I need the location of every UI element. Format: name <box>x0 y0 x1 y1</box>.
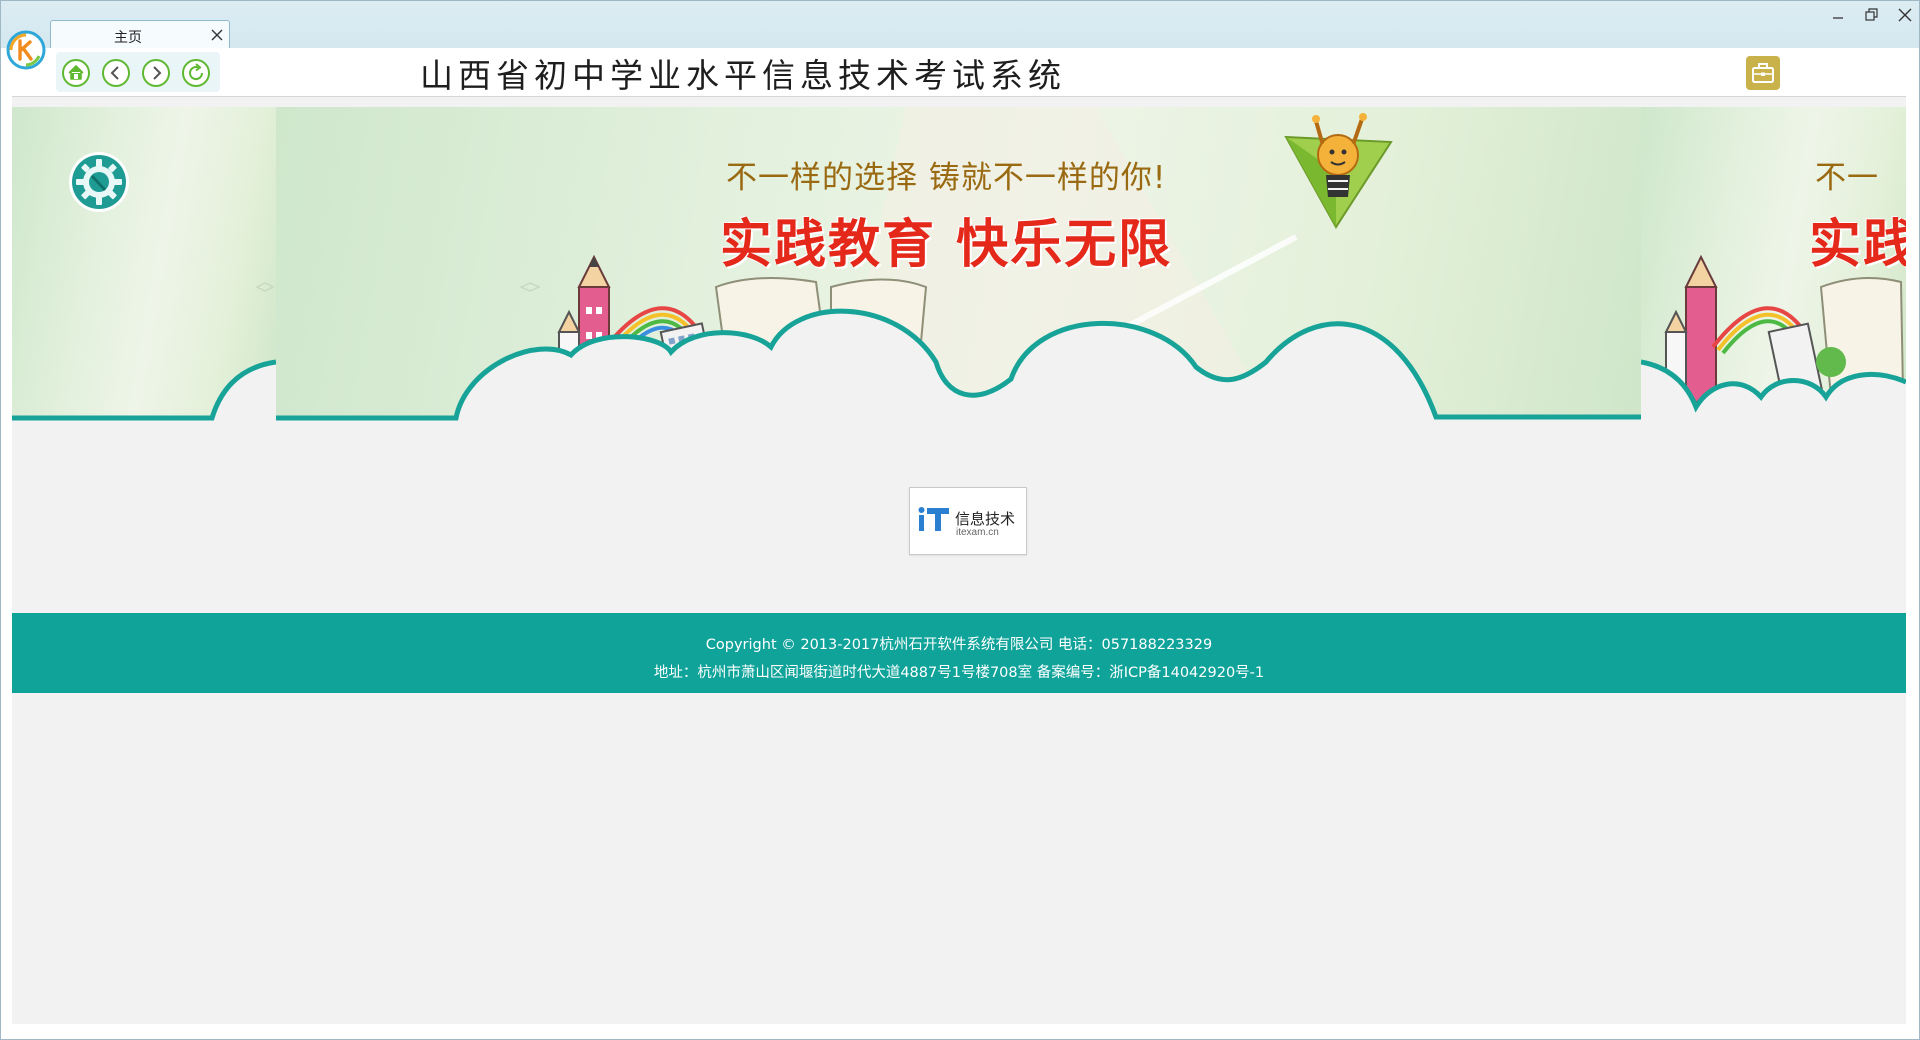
close-icon[interactable] <box>210 28 224 42</box>
banner-slogan-top-partial: 不一 <box>1815 160 1879 196</box>
settings-gear-icon[interactable] <box>68 151 130 213</box>
banner-slogan-main-partial: 实践 <box>1809 215 1906 275</box>
page-footer: Copyright © 2013-2017杭州石开软件系统有限公司 电话：057… <box>12 613 1906 693</box>
frame-edge-left <box>0 96 12 1040</box>
minimize-icon[interactable] <box>1827 4 1849 26</box>
app-header: 山西省初中学业水平信息技术考试系统 <box>0 48 1920 97</box>
frame-edge-bottom <box>12 1024 1906 1040</box>
home-icon[interactable] <box>61 58 91 88</box>
frame-edge-right <box>1906 96 1920 1040</box>
itexam-partner-logo[interactable]: 信息技术 itexam.cn <box>909 487 1027 555</box>
banner-slogan-main: 实践教育 快乐无限 <box>720 215 1173 275</box>
system-title: 山西省初中学业水平信息技术考试系统 <box>420 56 1066 95</box>
banner-slide-left <box>12 107 276 422</box>
tab-home-label: 主页 <box>114 30 142 46</box>
footer-address: 地址：杭州市萧山区闻堰街道时代大道4887号1号楼708室 备案编号：浙ICP备… <box>653 665 1265 681</box>
restore-icon[interactable] <box>1860 4 1882 26</box>
banner-slogan-top: 不一样的选择 铸就不一样的你! <box>726 160 1167 196</box>
banner-slide-right: 不一 实践 <box>1641 107 1906 422</box>
back-arrow-icon[interactable] <box>101 58 131 88</box>
window-titlebar: 主页 <box>0 0 1920 49</box>
banner-carousel: 不一样的选择 铸就不一样的你! 实践教育 快乐无限 不一 实践 <box>12 107 1906 422</box>
footer-copyright: Copyright © 2013-2017杭州石开软件系统有限公司 电话：057… <box>705 637 1213 653</box>
refresh-icon[interactable] <box>181 58 211 88</box>
toolbox-icon[interactable] <box>1746 56 1780 90</box>
partner-name: 信息技术 <box>955 510 1016 528</box>
forward-arrow-icon[interactable] <box>141 58 171 88</box>
partner-domain: itexam.cn <box>956 527 999 538</box>
app-logo-icon <box>6 30 46 70</box>
tab-home[interactable]: 主页 <box>50 20 230 48</box>
it-logo-icon <box>918 507 949 531</box>
navigation-group <box>56 52 220 92</box>
cloud-shape <box>12 282 276 422</box>
close-icon[interactable] <box>1894 4 1916 26</box>
banner-slide-main: 不一样的选择 铸就不一样的你! 实践教育 快乐无限 <box>276 107 1641 422</box>
